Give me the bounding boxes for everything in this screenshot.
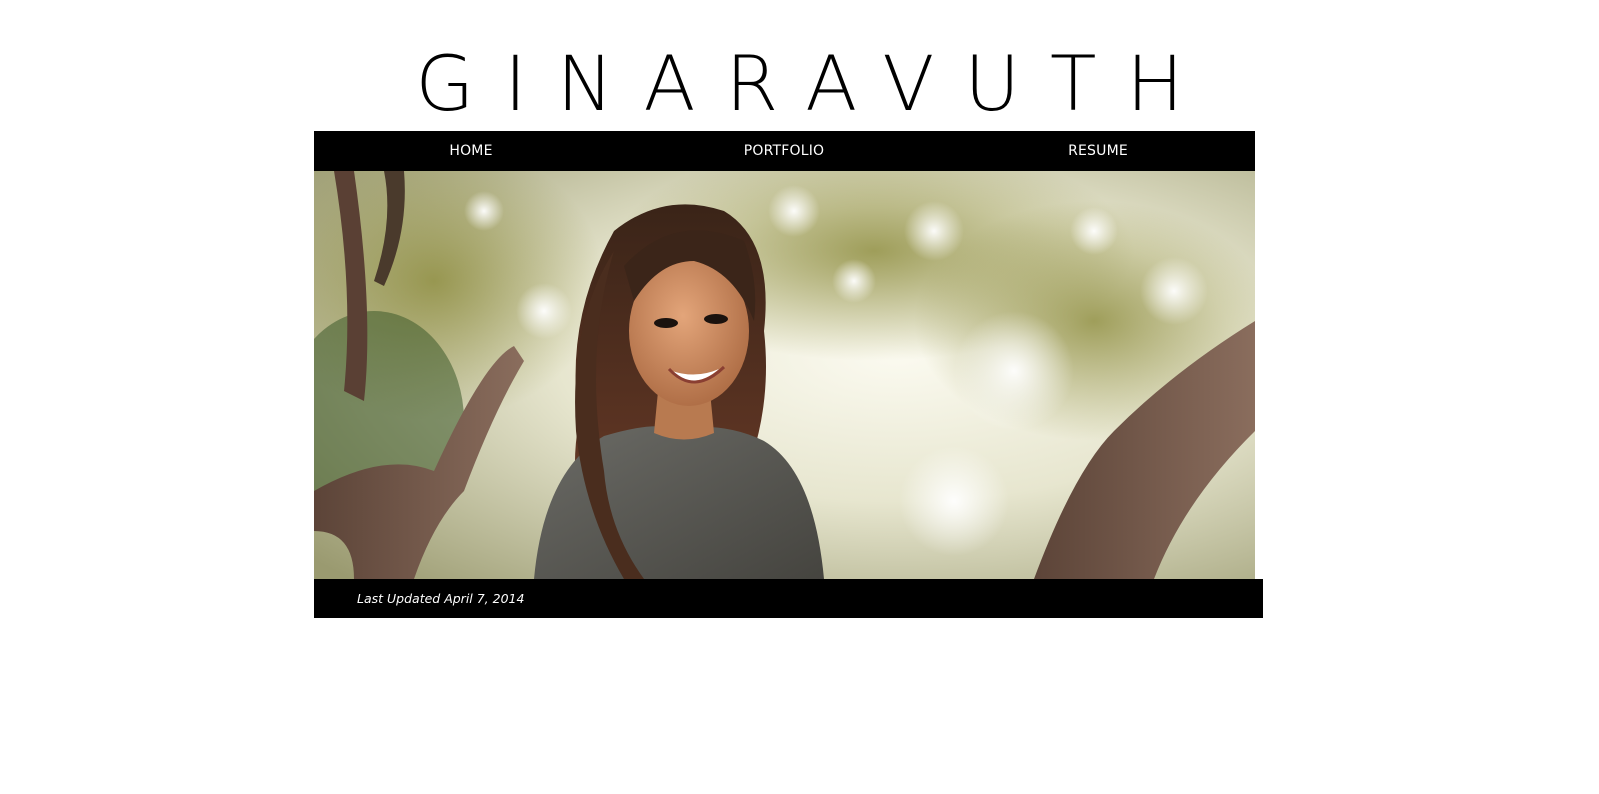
hero-portrait-image <box>314 171 1255 579</box>
page: GINARAVUTH HOME PORTFOLIO RESUME Last Up… <box>0 0 1599 794</box>
last-updated-text: Last Updated April 7, 2014 <box>357 591 525 606</box>
footer-bar: Last Updated April 7, 2014 <box>314 579 1263 618</box>
main-nav: HOME PORTFOLIO RESUME <box>314 131 1255 171</box>
nav-portfolio-link[interactable]: PORTFOLIO <box>744 131 825 171</box>
nav-home-link[interactable]: HOME <box>449 131 492 171</box>
nav-resume-link[interactable]: RESUME <box>1068 131 1128 171</box>
site-logo[interactable]: GINARAVUTH <box>0 44 1599 124</box>
